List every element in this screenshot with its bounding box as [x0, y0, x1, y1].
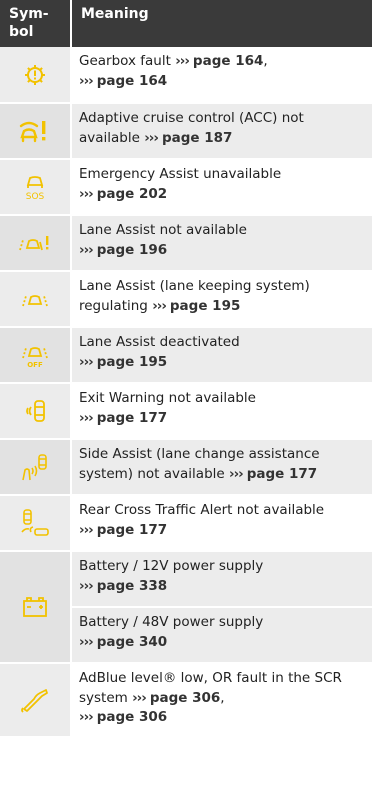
icon-cell [0, 383, 72, 440]
icon-cell [0, 47, 72, 104]
table-row: AdBlue level® low, OR fault in the SCR s… [0, 663, 372, 738]
table-row: Lane Assist (lane keeping system) regula… [0, 271, 372, 328]
separator: , [263, 53, 268, 69]
meaning-cell: Rear Cross Traffic Alert not available ›… [71, 495, 372, 552]
meaning-text: Gearbox fault [79, 53, 171, 69]
page-link[interactable]: ››› page 306 [132, 690, 220, 706]
arrow-icon: ››› [152, 297, 167, 314]
side-assist-icon [20, 452, 50, 482]
page-link[interactable]: ››› page 177 [79, 410, 167, 426]
page-link[interactable]: ››› page 340 [79, 634, 167, 650]
table-row: Lane Assist not available ››› page 196 [0, 215, 372, 272]
page-link[interactable]: ››› page 164 [79, 73, 167, 89]
page-link[interactable]: ››› page 338 [79, 578, 167, 594]
page-link[interactable]: ››› page 196 [79, 242, 167, 258]
svg-text:SOS: SOS [26, 192, 45, 201]
meaning-cell: Lane Assist not available ››› page 196 [71, 215, 372, 272]
arrow-icon: ››› [79, 577, 94, 594]
symbol-table: Sym- bol Meaning Gearbox fault ››› page … [0, 0, 372, 738]
arrow-icon: ››› [79, 353, 94, 370]
icon-cell: SOS [0, 159, 72, 216]
lane-assist-regulating-icon [20, 288, 50, 310]
meaning-cell: Adaptive cruise control (ACC) not availa… [71, 103, 372, 160]
table-row: SOS Emergency Assist unavailable ››› page… [0, 159, 372, 216]
column-header-meaning: Meaning [71, 0, 372, 47]
arrow-icon: ››› [79, 72, 94, 89]
arrow-icon: ››› [175, 53, 190, 69]
column-header-symbol: Sym- bol [0, 0, 72, 47]
meaning-cell: Lane Assist (lane keeping system) regula… [71, 271, 372, 328]
meaning-cell: Exit Warning not available ››› page 177 [71, 383, 372, 440]
meaning-text: Exit Warning not available [79, 390, 256, 406]
table-header-row: Sym- bol Meaning [0, 0, 372, 47]
table-row: Battery / 12V power supply ››› page 338 [0, 551, 372, 664]
table-row: Adaptive cruise control (ACC) not availa… [0, 103, 372, 160]
icon-cell [0, 551, 72, 664]
page-link[interactable]: ››› page 195 [79, 354, 167, 370]
page-link[interactable]: ››› page 177 [229, 466, 317, 482]
separator: , [220, 689, 225, 706]
meaning-text: Lane Assist not available [79, 222, 247, 238]
icon-cell [0, 103, 72, 160]
arrow-icon: ››› [229, 465, 244, 482]
page-link[interactable]: ››› page 164 [175, 53, 263, 69]
page-link[interactable]: ››› page 202 [79, 186, 167, 202]
icon-cell [0, 439, 72, 496]
arrow-icon: ››› [79, 241, 94, 258]
meaning-text: Rear Cross Traffic Alert not available [79, 502, 325, 518]
table-row: Gearbox fault ››› page 164, ››› page 164 [0, 47, 372, 104]
lane-assist-off-icon: OFF [20, 341, 50, 369]
arrow-icon: ››› [79, 709, 94, 725]
table-row: Rear Cross Traffic Alert not available ›… [0, 495, 372, 552]
arrow-icon: ››› [132, 689, 147, 706]
meaning-cell: Lane Assist deactivated ››› page 195 [71, 327, 372, 384]
acc-unavailable-icon [17, 118, 53, 144]
table-row: Exit Warning not available ››› page 177 [0, 383, 372, 440]
meaning-text: Lane Assist deactivated [79, 334, 240, 350]
table-row: OFF Lane Assist deactivated ››› page 195 [0, 327, 372, 384]
lane-assist-unavailable-icon [18, 232, 52, 254]
svg-text:OFF: OFF [27, 361, 43, 369]
table-row: Side Assist (lane change assistance syst… [0, 439, 372, 496]
meaning-cell: Battery / 12V power supply ››› page 338 [71, 551, 372, 608]
arrow-icon: ››› [79, 185, 94, 202]
gearbox-fault-icon [23, 63, 47, 87]
page-link[interactable]: ››› page 187 [144, 130, 232, 146]
arrow-icon: ››› [79, 633, 94, 650]
emergency-assist-sos-icon: SOS [22, 173, 48, 201]
page-link[interactable]: ››› page 306 [79, 709, 167, 725]
meaning-cell: Side Assist (lane change assistance syst… [71, 439, 372, 496]
icon-cell [0, 663, 72, 738]
rear-cross-traffic-icon [18, 508, 52, 538]
meaning-cell: AdBlue level® low, OR fault in the SCR s… [71, 663, 372, 738]
icon-cell [0, 215, 72, 272]
battery-icon [22, 596, 48, 618]
exit-warning-icon [21, 397, 49, 425]
icon-cell [0, 271, 72, 328]
meaning-cell: Gearbox fault ››› page 164, ››› page 164 [71, 47, 372, 104]
arrow-icon: ››› [144, 129, 159, 146]
meaning-cell: Emergency Assist unavailable ››› page 202 [71, 159, 372, 216]
page-link[interactable]: ››› page 195 [152, 298, 240, 314]
adblue-icon [20, 687, 50, 713]
meaning-text: Emergency Assist unavailable [79, 166, 282, 182]
meaning-cell: Battery / 48V power supply ››› page 340 [71, 607, 372, 664]
meaning-text: Battery / 48V power supply [79, 614, 264, 630]
arrow-icon: ››› [79, 521, 94, 538]
meaning-text: Battery / 12V power supply [79, 558, 264, 574]
icon-cell: OFF [0, 327, 72, 384]
icon-cell [0, 495, 72, 552]
arrow-icon: ››› [79, 409, 94, 426]
page-link[interactable]: ››› page 177 [79, 522, 167, 538]
